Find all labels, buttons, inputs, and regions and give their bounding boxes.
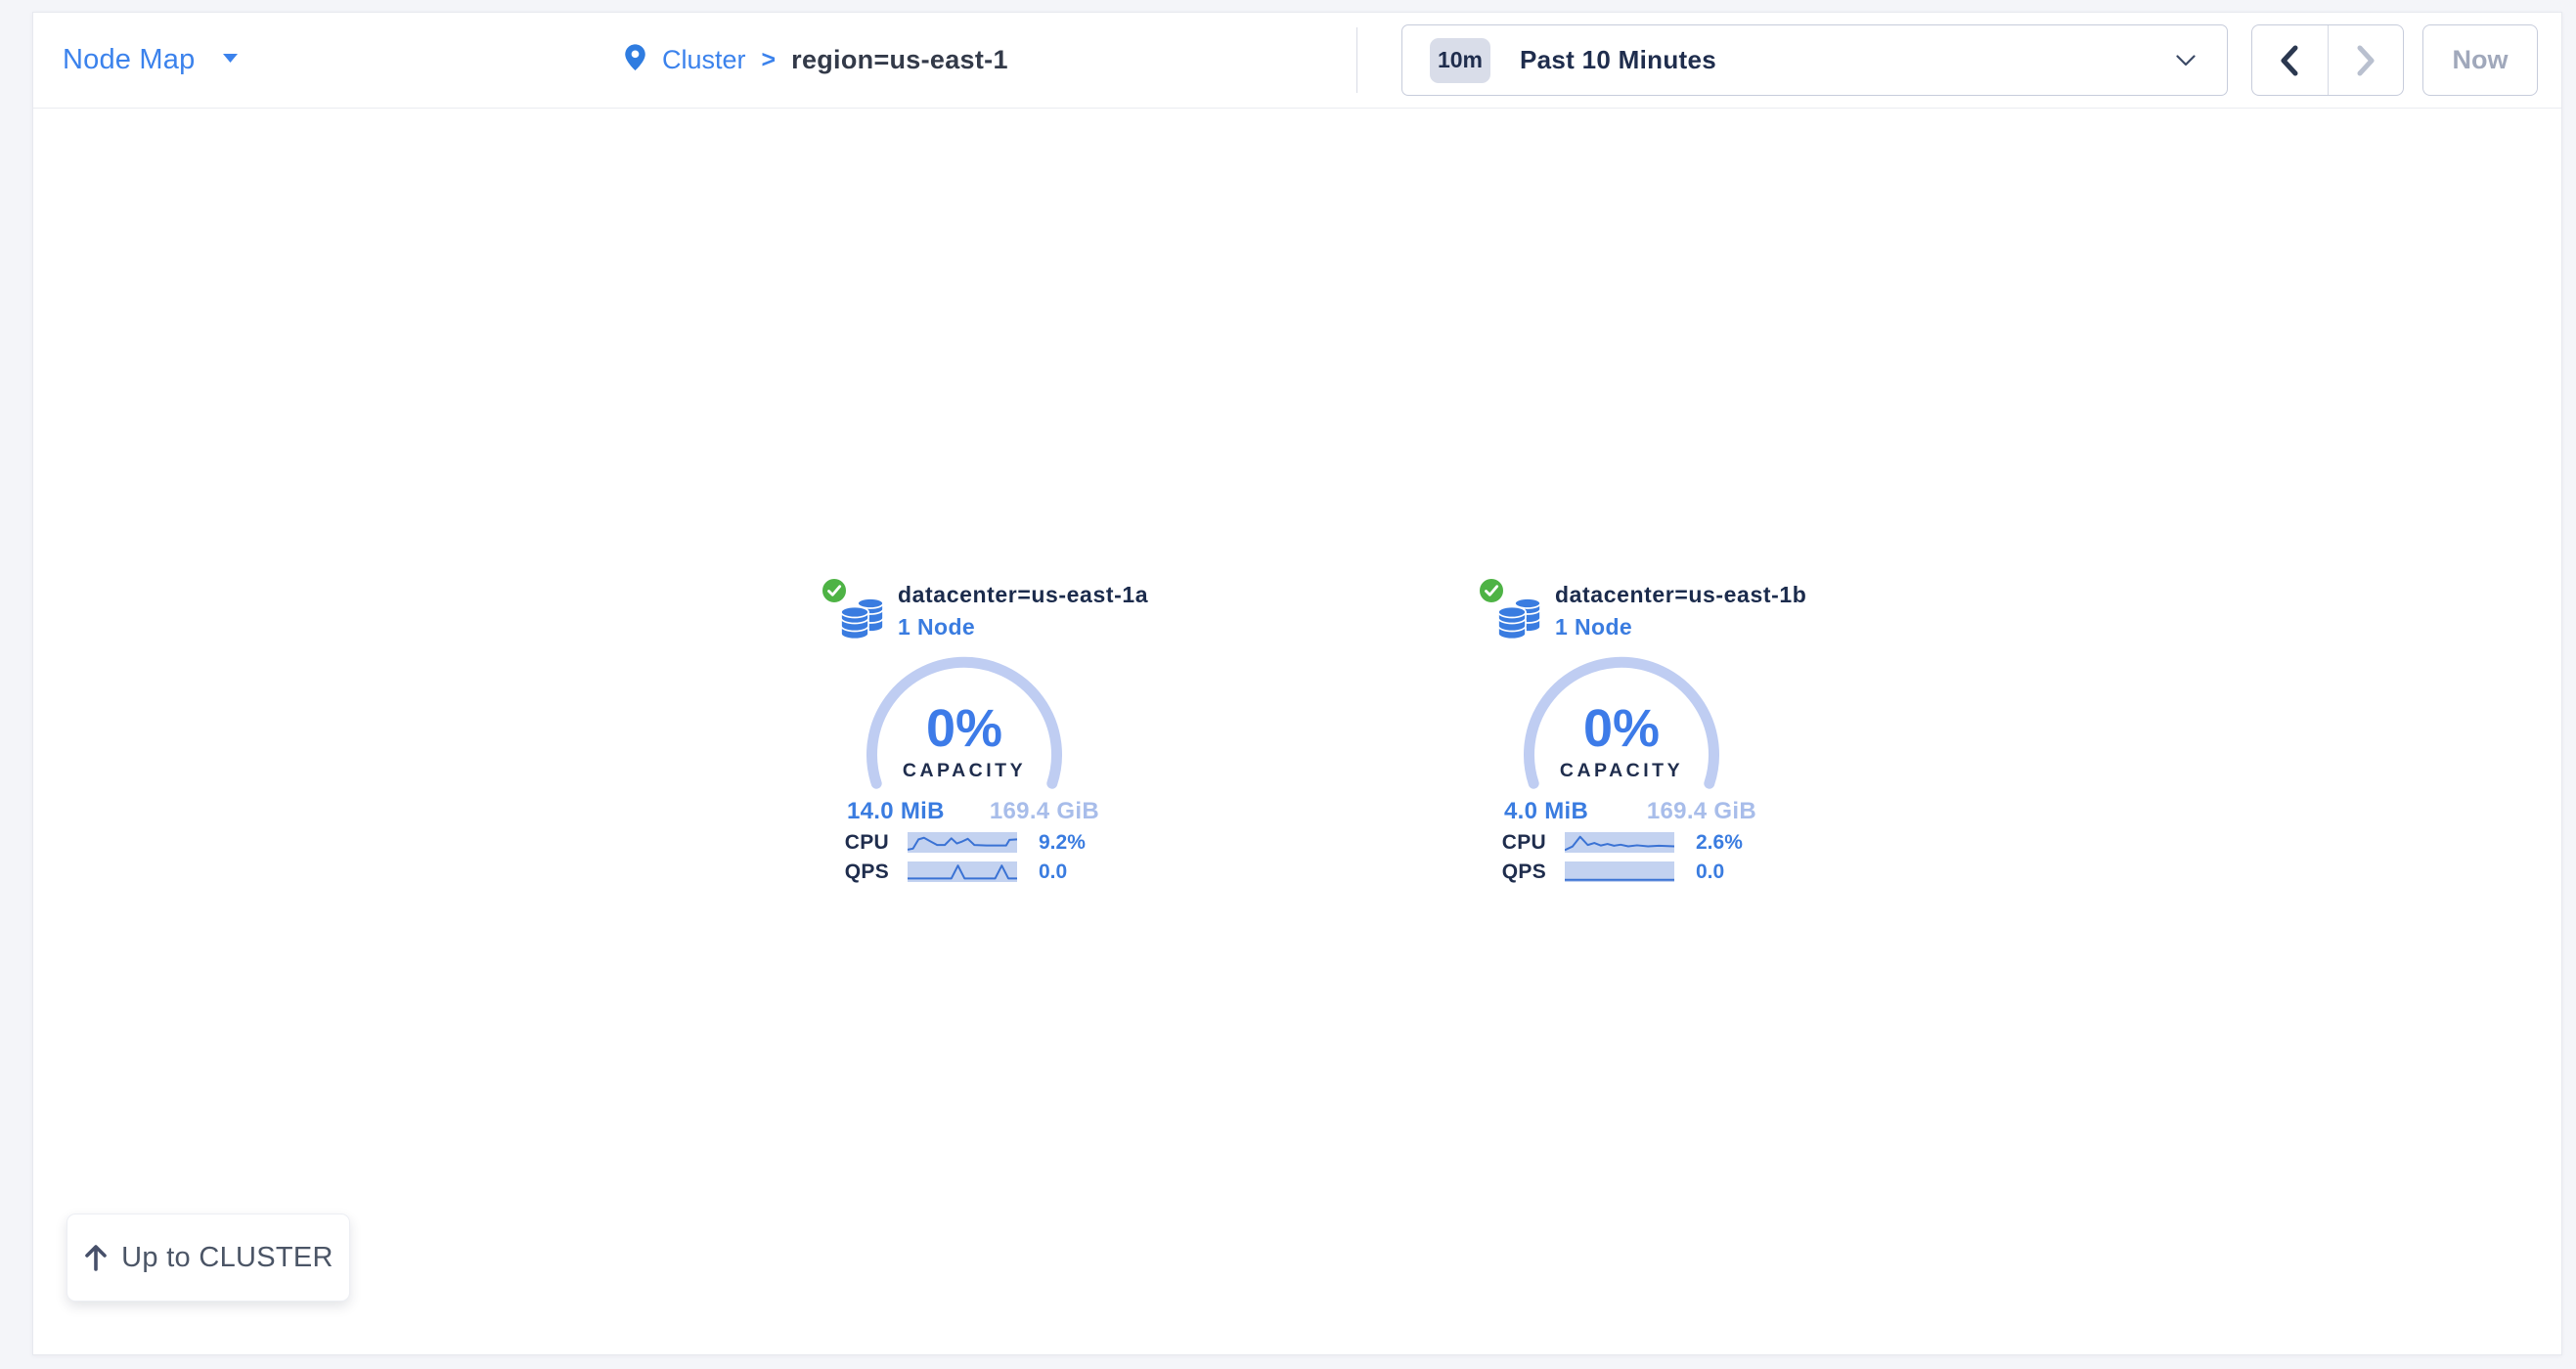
up-to-cluster-button[interactable]: Up to CLUSTER: [67, 1214, 350, 1302]
arrow-up-icon: [83, 1243, 109, 1272]
capacity-used: 4.0 MiB: [1504, 798, 1588, 825]
toolbar-divider: [1356, 27, 1357, 93]
cpu-label: CPU: [759, 832, 889, 854]
time-range-dropdown[interactable]: 10m Past 10 Minutes: [1401, 24, 2228, 96]
cpu-value: 9.2%: [1039, 832, 1086, 854]
time-nav-group: [2251, 24, 2404, 96]
time-prev-button[interactable]: [2252, 25, 2328, 95]
datacenter-card-us-east-1b[interactable]: datacenter=us-east-1b 1 Node 0% CAPACITY…: [1416, 576, 1827, 908]
view-selector-dropdown[interactable]: Node Map: [63, 13, 239, 107]
cpu-sparkline: [908, 832, 1017, 853]
location-pin-icon: [622, 43, 648, 77]
capacity-label: CAPACITY: [857, 760, 1072, 782]
qps-value: 0.0: [1039, 861, 1067, 883]
capacity-values: 14.0 MiB 169.4 GiB: [847, 798, 1099, 825]
datacenter-title: datacenter=us-east-1a: [898, 582, 1148, 608]
capacity-values: 4.0 MiB 169.4 GiB: [1504, 798, 1756, 825]
chevron-down-icon: [2176, 55, 2196, 66]
qps-label: QPS: [759, 861, 889, 883]
qps-sparkline: [1565, 861, 1674, 882]
chevron-left-icon: [2279, 45, 2300, 76]
up-to-cluster-label: Up to CLUSTER: [121, 1242, 333, 1274]
datacenter-title: datacenter=us-east-1b: [1555, 582, 1806, 608]
time-range-badge: 10m: [1430, 38, 1490, 83]
datacenter-node-count: 1 Node: [898, 614, 975, 640]
capacity-total: 169.4 GiB: [990, 798, 1099, 825]
now-button[interactable]: Now: [2422, 24, 2538, 96]
time-range-label: Past 10 Minutes: [1520, 45, 1716, 75]
capacity-percent: 0%: [857, 698, 1072, 759]
capacity-gauge: 0% CAPACITY: [857, 649, 1072, 806]
cpu-metric-row: CPU 9.2%: [759, 832, 1170, 854]
breadcrumb: Cluster > region=us-east-1: [622, 13, 1008, 107]
cpu-label: CPU: [1416, 832, 1546, 854]
qps-metric-row: QPS 0.0: [1416, 861, 1827, 883]
check-circle-icon: [820, 576, 849, 605]
datacenter-node-count: 1 Node: [1555, 614, 1632, 640]
qps-label: QPS: [1416, 861, 1546, 883]
cpu-value: 2.6%: [1696, 832, 1743, 854]
qps-metric-row: QPS 0.0: [759, 861, 1170, 883]
chevron-right-icon: [2355, 45, 2376, 76]
capacity-gauge: 0% CAPACITY: [1514, 649, 1729, 806]
qps-value: 0.0: [1696, 861, 1724, 883]
node-map-panel: Node Map Cluster > region=us-east-1 10m …: [32, 12, 2562, 1355]
cpu-metric-row: CPU 2.6%: [1416, 832, 1827, 854]
datacenter-card-us-east-1a[interactable]: datacenter=us-east-1a 1 Node 0% CAPACITY…: [759, 576, 1170, 908]
capacity-total: 169.4 GiB: [1647, 798, 1756, 825]
breadcrumb-separator: >: [762, 46, 777, 74]
time-next-button[interactable]: [2328, 25, 2404, 95]
capacity-used: 14.0 MiB: [847, 798, 945, 825]
qps-sparkline: [908, 861, 1017, 882]
breadcrumb-cluster-link[interactable]: Cluster: [662, 45, 746, 75]
capacity-label: CAPACITY: [1514, 760, 1729, 782]
view-selector-label: Node Map: [63, 44, 195, 76]
capacity-percent: 0%: [1514, 698, 1729, 759]
caret-down-icon: [222, 51, 239, 68]
check-circle-icon: [1477, 576, 1506, 605]
breadcrumb-current: region=us-east-1: [791, 45, 1008, 75]
cpu-sparkline: [1565, 832, 1674, 853]
toolbar: Node Map Cluster > region=us-east-1 10m …: [33, 13, 2561, 109]
